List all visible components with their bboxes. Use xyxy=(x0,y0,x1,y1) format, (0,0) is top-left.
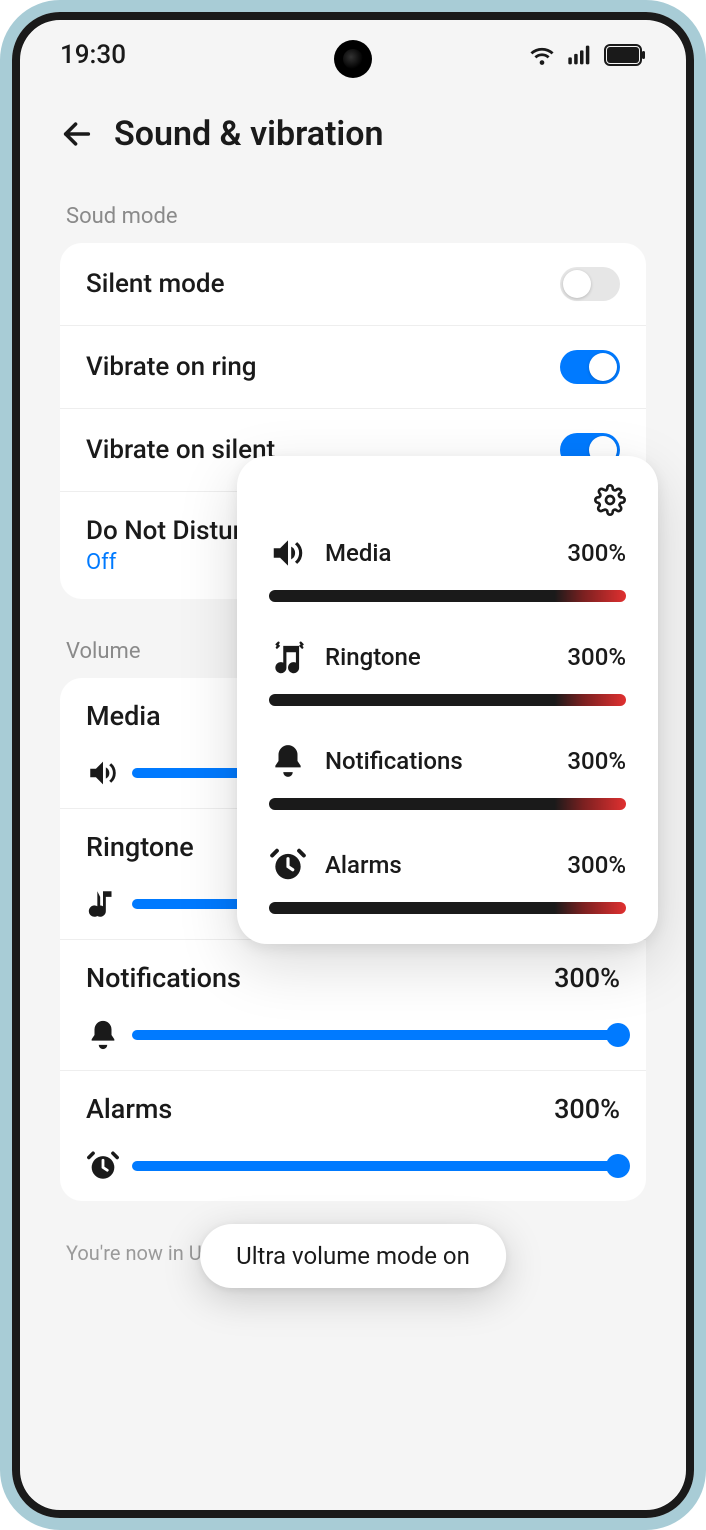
dnd-status: Off xyxy=(86,550,256,575)
overlay-ringtone-slider[interactable] xyxy=(269,694,626,706)
overlay-media-percent: 300% xyxy=(567,539,626,567)
vibrate-on-ring-toggle[interactable] xyxy=(560,350,620,384)
overlay-notifications-slider[interactable] xyxy=(269,798,626,810)
volume-alarms-slider[interactable] xyxy=(132,1161,620,1171)
volume-notifications-slider[interactable] xyxy=(132,1030,620,1040)
overlay-media-item: Media 300% xyxy=(269,534,626,602)
overlay-media-slider[interactable] xyxy=(269,590,626,602)
silent-mode-row[interactable]: Silent mode xyxy=(60,243,646,326)
status-icons xyxy=(528,41,646,69)
volume-notifications-percent: 300% xyxy=(554,962,620,994)
speaker-icon xyxy=(86,756,120,790)
page-header: Sound & vibration xyxy=(20,90,686,204)
screen: 19:30 Sound & vibration Soud mode Silent… xyxy=(20,20,686,1510)
signal-icon xyxy=(566,41,594,69)
volume-alarms-row: Alarms 300% xyxy=(60,1071,646,1201)
overlay-media-label: Media xyxy=(325,539,549,567)
volume-ringtone-label: Ringtone xyxy=(86,831,194,863)
music-note-icon xyxy=(86,887,120,921)
vibrate-on-silent-label: Vibrate on silent xyxy=(86,435,275,465)
overlay-alarms-slider[interactable] xyxy=(269,902,626,914)
overlay-ringtone-percent: 300% xyxy=(567,643,626,671)
silent-mode-toggle[interactable] xyxy=(560,267,620,301)
vibrate-on-ring-row[interactable]: Vibrate on ring xyxy=(60,326,646,409)
music-note-vibrate-icon xyxy=(269,638,307,676)
section-label-sound-mode: Soud mode xyxy=(66,204,640,229)
volume-notifications-row: Notifications 300% xyxy=(60,940,646,1071)
vibrate-on-ring-label: Vibrate on ring xyxy=(86,352,257,382)
wifi-icon xyxy=(528,41,556,69)
page-title: Sound & vibration xyxy=(114,114,383,154)
back-arrow-icon[interactable] xyxy=(60,117,94,151)
gear-icon[interactable] xyxy=(594,484,626,516)
volume-alarms-label: Alarms xyxy=(86,1093,172,1125)
overlay-notifications-label: Notifications xyxy=(325,747,549,775)
volume-alarms-percent: 300% xyxy=(554,1093,620,1125)
alarm-clock-icon xyxy=(269,846,307,884)
status-time: 19:30 xyxy=(60,40,126,70)
camera-notch xyxy=(334,40,372,78)
volume-notifications-label: Notifications xyxy=(86,962,241,994)
speaker-icon xyxy=(269,534,307,572)
silent-mode-label: Silent mode xyxy=(86,269,225,299)
overlay-alarms-label: Alarms xyxy=(325,851,549,879)
bell-icon xyxy=(86,1018,120,1052)
bell-icon xyxy=(269,742,307,780)
alarm-clock-icon xyxy=(86,1149,120,1183)
overlay-alarms-percent: 300% xyxy=(567,851,626,879)
toast: Ultra volume mode on xyxy=(200,1224,506,1288)
overlay-ringtone-label: Ringtone xyxy=(325,643,549,671)
dnd-label: Do Not Disturb xyxy=(86,516,256,546)
overlay-alarms-item: Alarms 300% xyxy=(269,846,626,914)
overlay-notifications-item: Notifications 300% xyxy=(269,742,626,810)
battery-icon xyxy=(604,44,646,66)
volume-media-label: Media xyxy=(86,700,161,732)
overlay-ringtone-item: Ringtone 300% xyxy=(269,638,626,706)
overlay-notifications-percent: 300% xyxy=(567,747,626,775)
volume-overlay-panel: Media 300% Ringtone 300% Notifications 3… xyxy=(237,456,658,944)
